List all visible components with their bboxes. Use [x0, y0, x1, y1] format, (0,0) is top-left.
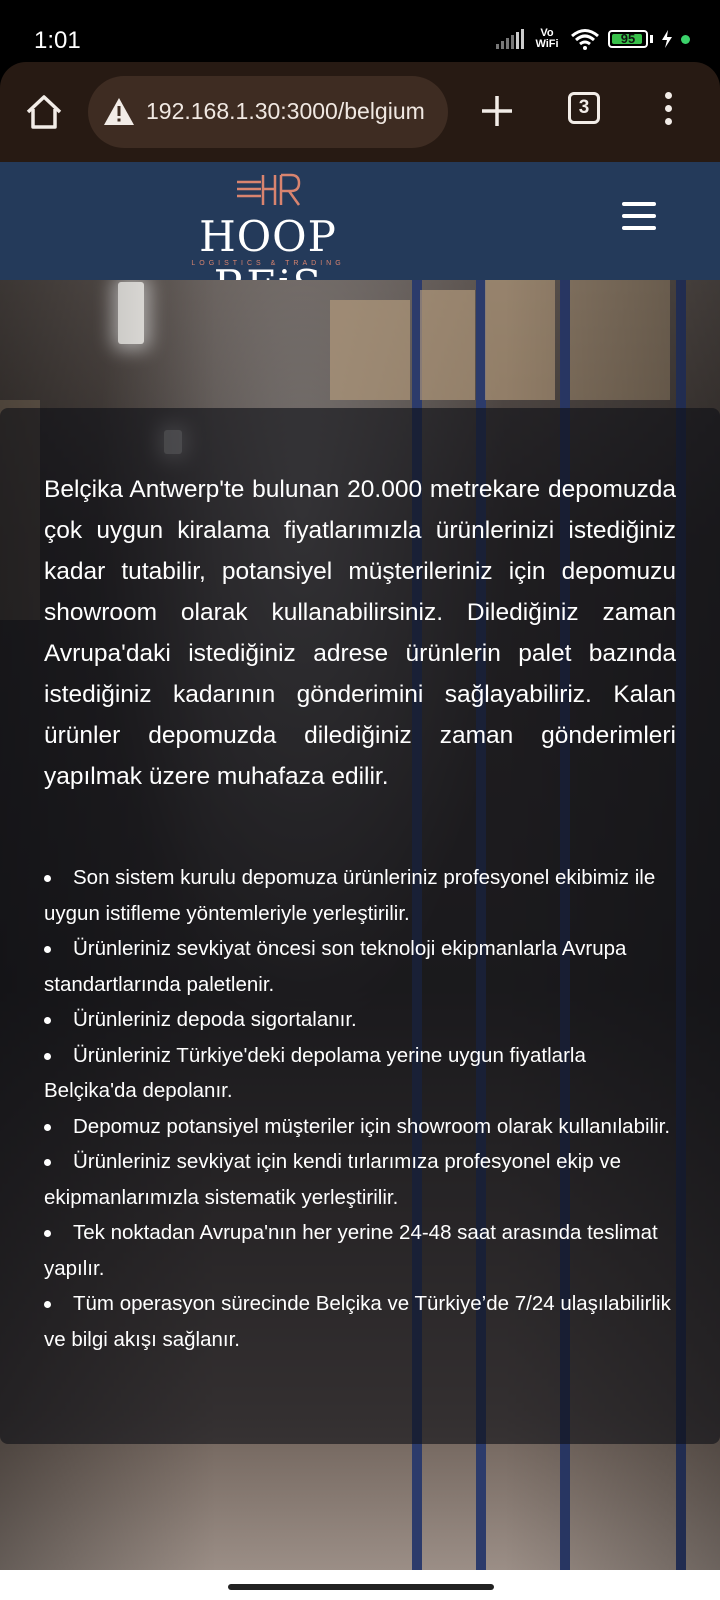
list-item-text: Son sistem kurulu depomuza ürünleriniz p…	[44, 866, 656, 925]
list-item-text: Ürünleriniz Türkiye'deki depolama yerine…	[44, 1043, 586, 1103]
dot-icon	[681, 34, 690, 44]
logo-monogram-icon	[237, 173, 301, 206]
list-item: Son sistem kurulu depomuza ürünleriniz p…	[44, 860, 684, 931]
url-text[interactable]: 192.168.1.30:3000/belgium	[146, 98, 425, 125]
list-item-text: Depomuz potansiyel müşteriler için showr…	[73, 1114, 671, 1138]
bullet-icon	[44, 1230, 51, 1237]
home-icon[interactable]	[22, 90, 66, 134]
list-item: Ürünleriniz Türkiye'deki depolama yerine…	[44, 1038, 684, 1109]
list-item: Ürünleriniz depoda sigortalanır.	[44, 1002, 684, 1038]
vowifi-label: Vo WiFi	[535, 27, 559, 50]
list-item-text: Tek noktadan Avrupa'nın her yerine 24-48…	[44, 1221, 658, 1280]
list-item: Ürünleriniz sevkiyat için kendi tırlarım…	[44, 1144, 684, 1215]
gesture-handle[interactable]	[228, 1584, 494, 1590]
site-logo[interactable]: HOOP REiS LOGISTICS & TRADING	[138, 172, 398, 310]
battery-icon: 95	[608, 30, 648, 48]
list-item: Depomuz potansiyel müşteriler için showr…	[44, 1109, 684, 1145]
status-bar: 1:01 Vo WiFi 95	[0, 0, 720, 62]
bullet-icon	[44, 875, 51, 882]
bullet-icon	[44, 946, 51, 953]
status-time: 1:01	[34, 27, 81, 54]
bullet-icon	[44, 1052, 51, 1060]
signal-icon	[496, 29, 524, 49]
battery-percent: 95	[620, 31, 636, 46]
list-item: Ürünleriniz sevkiyat öncesi son teknoloj…	[44, 931, 684, 1002]
tabs-icon[interactable]: 3	[568, 92, 600, 124]
logo-tagline: LOGISTICS & TRADING	[191, 260, 345, 267]
list-item: Tüm operasyon sürecinde Belçika ve Türki…	[44, 1286, 684, 1357]
wifi-icon	[571, 29, 599, 50]
list-item: Tek noktadan Avrupa'nın her yerine 24-48…	[44, 1215, 684, 1286]
more-vertical-icon[interactable]	[662, 92, 674, 132]
bullet-icon	[44, 1017, 51, 1024]
url-bar[interactable]: 192.168.1.30:3000/belgium	[88, 76, 448, 148]
warning-icon[interactable]	[102, 95, 136, 129]
bullet-icon	[44, 1159, 51, 1166]
browser-toolbar: 192.168.1.30:3000/belgium 3	[0, 62, 720, 162]
bullet-icon	[44, 1301, 51, 1308]
features-list: Son sistem kurulu depomuza ürünleriniz p…	[44, 860, 684, 1357]
plus-icon[interactable]	[476, 90, 518, 132]
hamburger-icon[interactable]	[622, 202, 656, 230]
navigation-bar	[0, 1570, 720, 1600]
intro-paragraph: Belçika Antwerp'te bulunan 20.000 metrek…	[44, 475, 676, 790]
list-item-text: Tüm operasyon sürecinde Belçika ve Türki…	[44, 1292, 671, 1351]
list-item-text: Ürünleriniz depoda sigortalanır.	[73, 1008, 357, 1031]
content-card: Belçika Antwerp'te bulunan 20.000 metrek…	[0, 408, 720, 1444]
status-icons: Vo WiFi 95	[496, 24, 690, 54]
list-item-text: Ürünleriniz sevkiyat için kendi tırlarım…	[44, 1150, 622, 1209]
site-header: HOOP REiS LOGISTICS & TRADING	[0, 162, 720, 310]
bullet-icon	[44, 1123, 51, 1131]
list-item-text: Ürünleriniz sevkiyat öncesi son teknoloj…	[44, 937, 627, 996]
charging-icon	[662, 30, 672, 48]
battery-cap	[650, 35, 653, 43]
